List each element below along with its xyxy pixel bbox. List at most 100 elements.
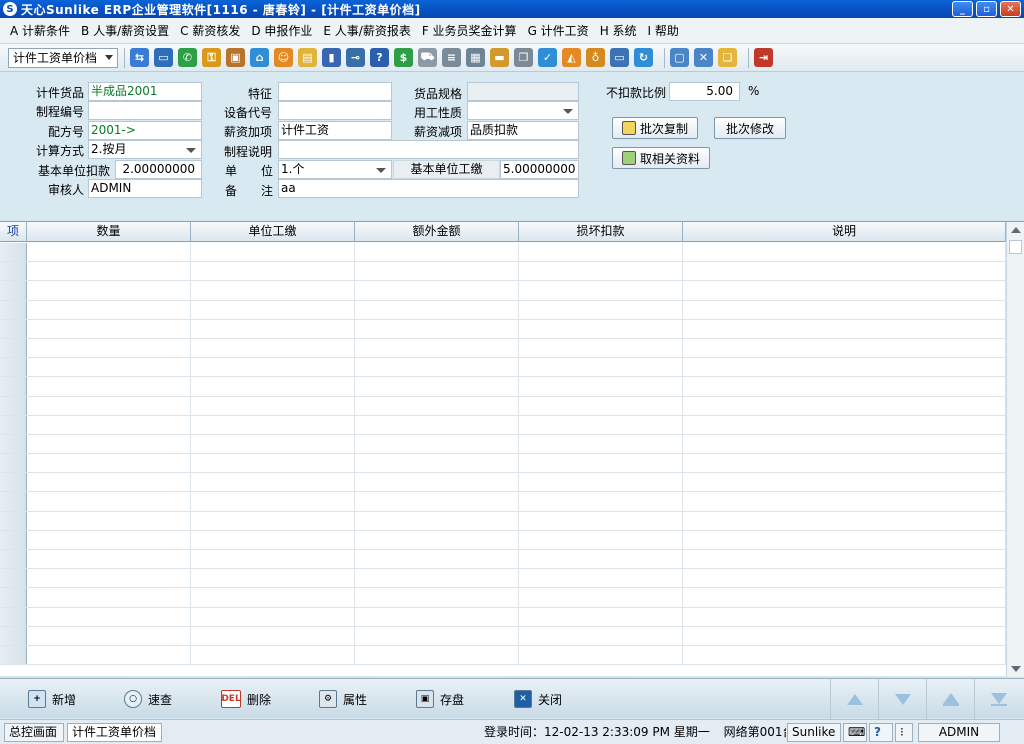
table-row[interactable] (0, 626, 1006, 646)
previous-record-button[interactable] (926, 679, 974, 719)
calc-method-select[interactable]: 2.按月 (88, 140, 202, 159)
row-header[interactable] (0, 434, 27, 454)
table-cell[interactable] (27, 530, 191, 549)
close-window-icon[interactable]: ✕ (694, 48, 713, 67)
table-row[interactable] (0, 607, 1006, 627)
table-cell[interactable] (191, 434, 355, 454)
delete-button[interactable]: DEL 删除 (217, 684, 271, 714)
table-cell[interactable] (519, 473, 683, 492)
row-header[interactable] (0, 243, 27, 262)
row-header[interactable] (0, 530, 27, 549)
table-cell[interactable] (191, 262, 355, 281)
org-chart-icon[interactable]: ♁ (586, 48, 605, 67)
table-cell[interactable] (355, 319, 519, 338)
table-row[interactable] (0, 550, 1006, 570)
table-cell[interactable] (683, 645, 1006, 665)
table-cell[interactable] (519, 262, 683, 281)
cart-icon[interactable]: ⛟ (418, 48, 437, 67)
equipment-code-field[interactable] (278, 101, 392, 120)
table-row[interactable] (0, 281, 1006, 301)
column-header-description[interactable]: 说明 (683, 222, 1006, 241)
close-button[interactable]: ✕ 关闭 (510, 684, 562, 714)
no-deduct-ratio-field[interactable]: 5.00 (669, 82, 740, 101)
scroll-down-icon[interactable] (1011, 666, 1021, 672)
table-cell[interactable] (355, 281, 519, 300)
row-header[interactable] (0, 550, 27, 569)
process-no-field[interactable] (88, 101, 202, 120)
row-header[interactable] (0, 607, 27, 626)
table-row[interactable] (0, 569, 1006, 589)
table-cell[interactable] (683, 607, 1006, 626)
table-cell[interactable] (355, 626, 519, 645)
column-header-unit-pay[interactable]: 单位工缴 (191, 222, 355, 241)
table-cell[interactable] (191, 377, 355, 396)
table-cell[interactable] (27, 358, 191, 377)
row-header[interactable] (0, 645, 27, 665)
table-cell[interactable] (683, 569, 1006, 588)
query-button[interactable]: ○ 速查 (120, 684, 172, 714)
table-row[interactable] (0, 434, 1006, 455)
feature-field[interactable] (278, 82, 392, 101)
table-cell[interactable] (683, 434, 1006, 454)
table-cell[interactable] (191, 511, 355, 530)
row-header[interactable] (0, 319, 27, 338)
form-selector-dropdown[interactable]: 计件工资单价档 (8, 47, 118, 68)
calculator-icon[interactable]: ▦ (466, 48, 485, 67)
briefcase-icon[interactable]: ▣ (226, 48, 245, 67)
menu-sales-bonus[interactable]: F 业务员奖金计算 (422, 22, 517, 39)
table-cell[interactable] (27, 281, 191, 300)
table-cell[interactable] (27, 434, 191, 454)
table-cell[interactable] (27, 262, 191, 281)
base-unit-pay-field[interactable]: 5.00000000 (500, 160, 579, 179)
table-cell[interactable] (27, 396, 191, 415)
table-cell[interactable] (519, 319, 683, 338)
cascade-icon[interactable]: ❏ (718, 48, 737, 67)
folder-icon[interactable]: ▤ (298, 48, 317, 67)
table-cell[interactable] (683, 588, 1006, 607)
table-cell[interactable] (355, 415, 519, 434)
table-cell[interactable] (519, 338, 683, 358)
refresh-icon[interactable]: ↻ (634, 48, 653, 67)
table-cell[interactable] (355, 492, 519, 511)
fetch-related-button[interactable]: 取相关资料 (612, 147, 710, 169)
bell-icon[interactable]: ◭ (562, 48, 581, 67)
table-cell[interactable] (191, 492, 355, 511)
table-cell[interactable] (355, 569, 519, 588)
table-cell[interactable] (191, 645, 355, 665)
table-cell[interactable] (355, 550, 519, 569)
table-cell[interactable] (519, 281, 683, 300)
exit-icon[interactable]: ⇥ (754, 48, 773, 67)
menu-salary-conditions[interactable]: A 计薪条件 (10, 22, 70, 39)
work-nature-select[interactable] (467, 101, 579, 120)
table-cell[interactable] (683, 492, 1006, 511)
base-deduct-field[interactable]: 2.00000000 (115, 160, 202, 179)
row-header[interactable] (0, 415, 27, 434)
table-cell[interactable] (191, 588, 355, 607)
table-cell[interactable] (683, 415, 1006, 434)
table-row[interactable] (0, 588, 1006, 608)
row-header[interactable] (0, 396, 27, 415)
table-cell[interactable] (519, 588, 683, 607)
menu-hr-salary-settings[interactable]: B 人事/薪资设置 (81, 22, 169, 39)
table-row[interactable] (0, 319, 1006, 339)
table-cell[interactable] (191, 281, 355, 300)
table-cell[interactable] (191, 300, 355, 319)
table-cell[interactable] (355, 358, 519, 377)
menu-declaration[interactable]: D 申报作业 (251, 22, 312, 39)
row-header[interactable] (0, 358, 27, 377)
main-screen-tab[interactable]: 总控画面 (4, 723, 64, 742)
table-cell[interactable] (683, 454, 1006, 473)
process-desc-field[interactable] (278, 140, 579, 159)
table-row[interactable] (0, 262, 1006, 282)
table-cell[interactable] (355, 530, 519, 549)
next-record-button[interactable] (878, 679, 926, 719)
table-cell[interactable] (191, 243, 355, 262)
table-cell[interactable] (683, 281, 1006, 300)
column-header-extra-amount[interactable]: 额外金额 (355, 222, 519, 241)
salary-sub-field[interactable]: 品质扣款 (467, 121, 579, 140)
help-icon[interactable]: ? (869, 723, 893, 742)
table-cell[interactable] (519, 492, 683, 511)
table-cell[interactable] (519, 396, 683, 415)
menu-help[interactable]: I 帮助 (648, 22, 679, 39)
table-cell[interactable] (519, 415, 683, 434)
